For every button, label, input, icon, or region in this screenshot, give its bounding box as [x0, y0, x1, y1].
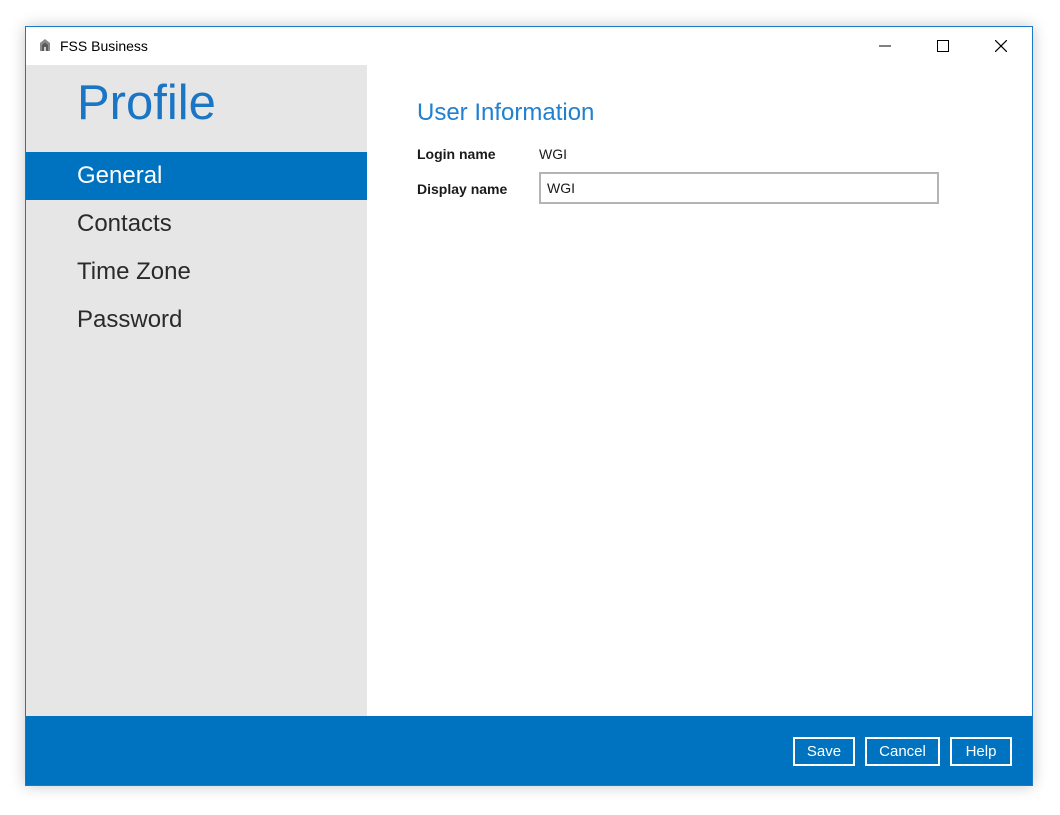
page-title: Profile — [77, 76, 216, 130]
footer-bar: Save Cancel Help — [26, 716, 1032, 785]
save-button[interactable]: Save — [793, 737, 855, 766]
minimize-icon — [879, 45, 891, 47]
login-name-value: WGI — [539, 146, 567, 162]
maximize-button[interactable] — [914, 27, 972, 65]
sidebar-item-contacts[interactable]: Contacts — [26, 200, 367, 248]
main-content: User Information Login name WGI Display … — [367, 65, 1032, 716]
login-name-label: Login name — [417, 146, 496, 162]
display-name-input[interactable] — [539, 172, 939, 204]
sidebar: Profile General Contacts Time Zone Passw… — [26, 65, 367, 716]
close-button[interactable] — [972, 27, 1030, 65]
app-window: FSS Business Profile General Contacts Ti… — [25, 26, 1033, 786]
display-name-label: Display name — [417, 181, 508, 197]
sidebar-nav: General Contacts Time Zone Password — [26, 152, 367, 344]
close-icon — [995, 40, 1007, 52]
title-bar[interactable]: FSS Business — [26, 27, 1032, 65]
help-button[interactable]: Help — [950, 737, 1012, 766]
minimize-button[interactable] — [856, 27, 914, 65]
sidebar-item-general[interactable]: General — [26, 152, 367, 200]
maximize-icon — [937, 40, 949, 52]
app-logo-icon — [37, 37, 53, 53]
sidebar-item-time-zone[interactable]: Time Zone — [26, 248, 367, 296]
section-title: User Information — [417, 99, 595, 126]
window-title: FSS Business — [60, 38, 148, 54]
sidebar-item-password[interactable]: Password — [26, 296, 367, 344]
cancel-button[interactable]: Cancel — [865, 737, 940, 766]
